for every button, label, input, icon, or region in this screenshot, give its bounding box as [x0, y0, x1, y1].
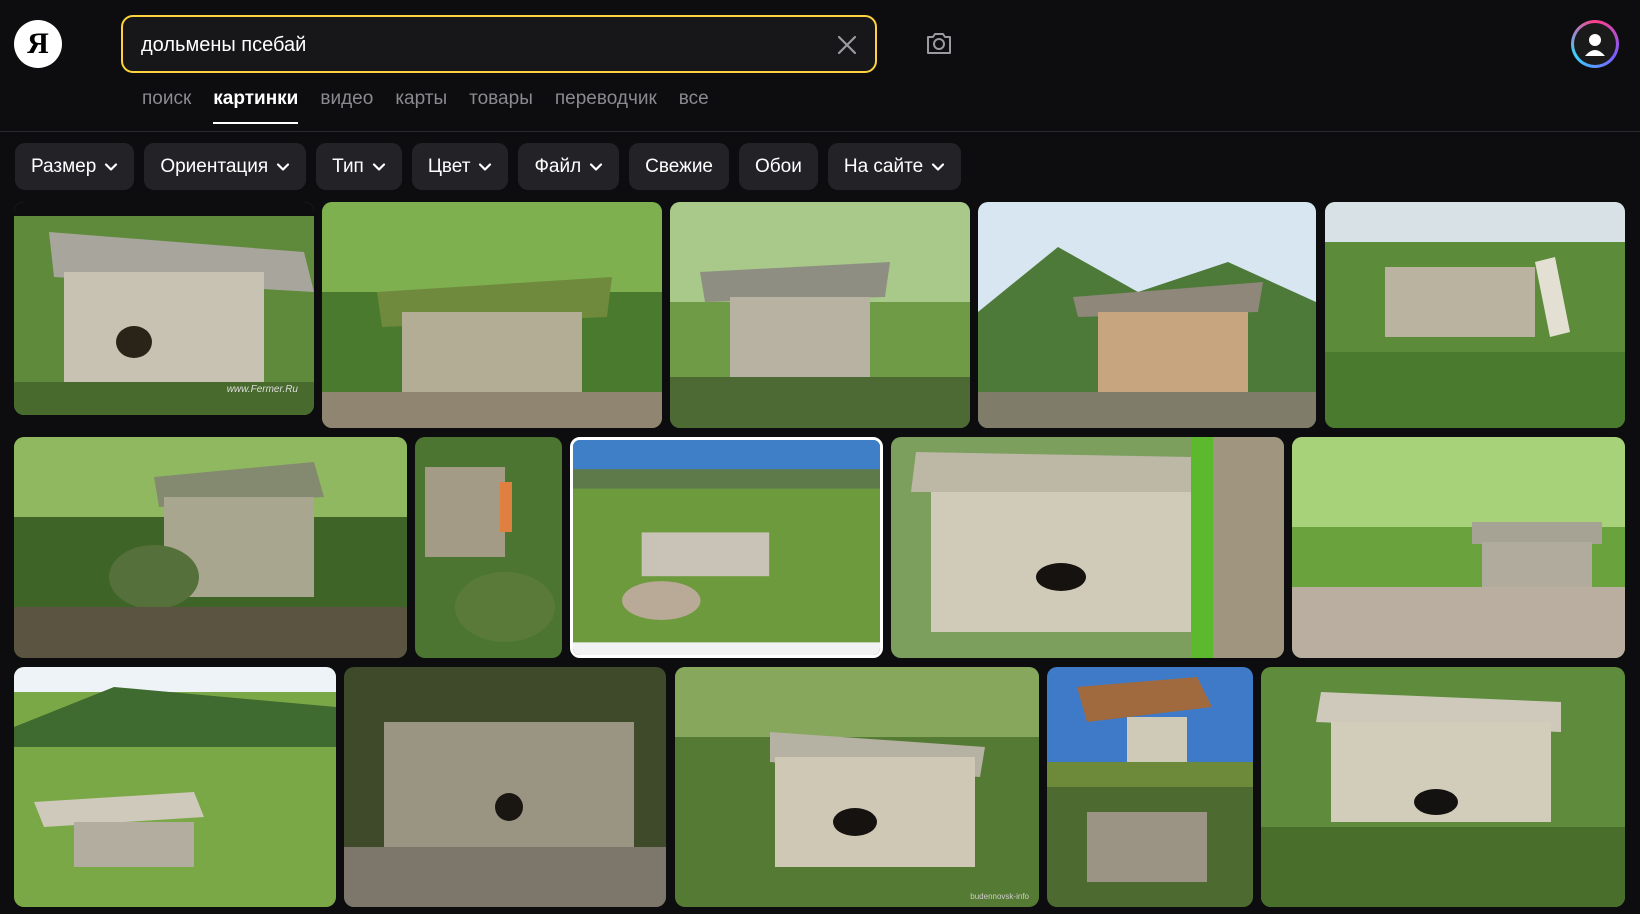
watermark: www.Fermer.Ru	[226, 384, 298, 395]
dolmen-photo	[1325, 202, 1625, 428]
filter-fresh[interactable]: Свежие	[629, 143, 730, 190]
dolmen-photo	[1261, 667, 1625, 907]
user-icon	[1585, 34, 1605, 56]
filter-label: Тип	[332, 155, 364, 177]
camera-icon[interactable]	[922, 26, 956, 60]
close-icon[interactable]	[835, 33, 859, 57]
tab-video[interactable]: видео	[320, 88, 373, 124]
filter-type[interactable]: Тип	[316, 143, 402, 190]
chevron-down-icon	[105, 162, 118, 171]
filter-wallpapers[interactable]: Обои	[739, 143, 818, 190]
dolmen-photo	[14, 437, 407, 658]
tab-all[interactable]: все	[679, 88, 709, 124]
image-result-dolmen[interactable]	[415, 437, 562, 658]
avatar[interactable]	[1571, 20, 1619, 68]
filter-label: Цвет	[427, 155, 471, 177]
image-result-dolmen[interactable]	[891, 437, 1284, 658]
filter-file[interactable]: Файл	[518, 143, 620, 190]
chevron-down-icon	[932, 162, 945, 171]
filter-bar: Размер Ориентация Тип Цвет Файл Свежие О…	[15, 143, 962, 190]
tab-translator[interactable]: переводчик	[555, 88, 657, 124]
image-result-dolmen[interactable]	[1047, 667, 1253, 907]
dolmen-photo	[573, 440, 880, 655]
dolmen-photo	[891, 437, 1284, 658]
chevron-down-icon	[372, 162, 385, 171]
chevron-down-icon	[277, 162, 290, 171]
search-input[interactable]	[141, 29, 801, 61]
image-result-dolmen[interactable]	[14, 437, 407, 658]
filter-size[interactable]: Размер	[15, 143, 135, 190]
image-result-dolmen[interactable]	[322, 202, 662, 428]
image-result-dolmen[interactable]	[14, 667, 336, 907]
header: Я поиск картинки видео карты товары пере…	[0, 0, 1640, 132]
dolmen-photo	[344, 667, 666, 907]
dolmen-photo	[1047, 667, 1253, 907]
watermark: budennovsk-info	[970, 892, 1029, 901]
chevron-down-icon	[479, 162, 492, 171]
image-result-dolmen[interactable]	[670, 202, 970, 428]
tab-images[interactable]: картинки	[213, 88, 299, 124]
image-result-dolmen[interactable]	[1292, 437, 1625, 658]
filter-orientation[interactable]: Ориентация	[144, 143, 307, 190]
dolmen-photo	[415, 437, 562, 658]
image-result-dolmen[interactable]	[978, 202, 1316, 428]
filter-label: Размер	[31, 155, 97, 177]
logo-letter: Я	[27, 27, 49, 60]
filter-on-site[interactable]: На сайте	[827, 143, 962, 190]
image-result-dolmen[interactable]: www.Fermer.Ru	[14, 202, 314, 415]
dolmen-photo	[978, 202, 1316, 428]
filter-label: Файл	[534, 155, 582, 177]
chevron-down-icon	[590, 162, 603, 171]
filter-label: На сайте	[843, 155, 924, 177]
image-result-dolmen[interactable]	[1261, 667, 1625, 907]
yandex-logo[interactable]: Я	[14, 20, 62, 68]
dolmen-photo	[14, 667, 336, 907]
tab-search[interactable]: поиск	[142, 88, 191, 124]
dolmen-photo	[670, 202, 970, 428]
dolmen-photo	[1292, 437, 1625, 658]
image-result-dolmen[interactable]	[344, 667, 666, 907]
dolmen-photo	[322, 202, 662, 428]
filter-label: Обои	[755, 155, 802, 177]
filter-color[interactable]: Цвет	[411, 143, 509, 190]
tab-products[interactable]: товары	[469, 88, 533, 124]
image-result-dolmen[interactable]	[1325, 202, 1625, 428]
image-result-dolmen[interactable]: budennovsk-info	[675, 667, 1039, 907]
search-box[interactable]	[121, 15, 877, 73]
filter-label: Ориентация	[160, 155, 269, 177]
filter-label: Свежие	[645, 155, 714, 177]
search-tabs: поиск картинки видео карты товары перево…	[142, 88, 731, 124]
image-result-dolmen[interactable]	[570, 437, 883, 658]
tab-maps[interactable]: карты	[395, 88, 447, 124]
dolmen-photo	[675, 667, 1039, 907]
